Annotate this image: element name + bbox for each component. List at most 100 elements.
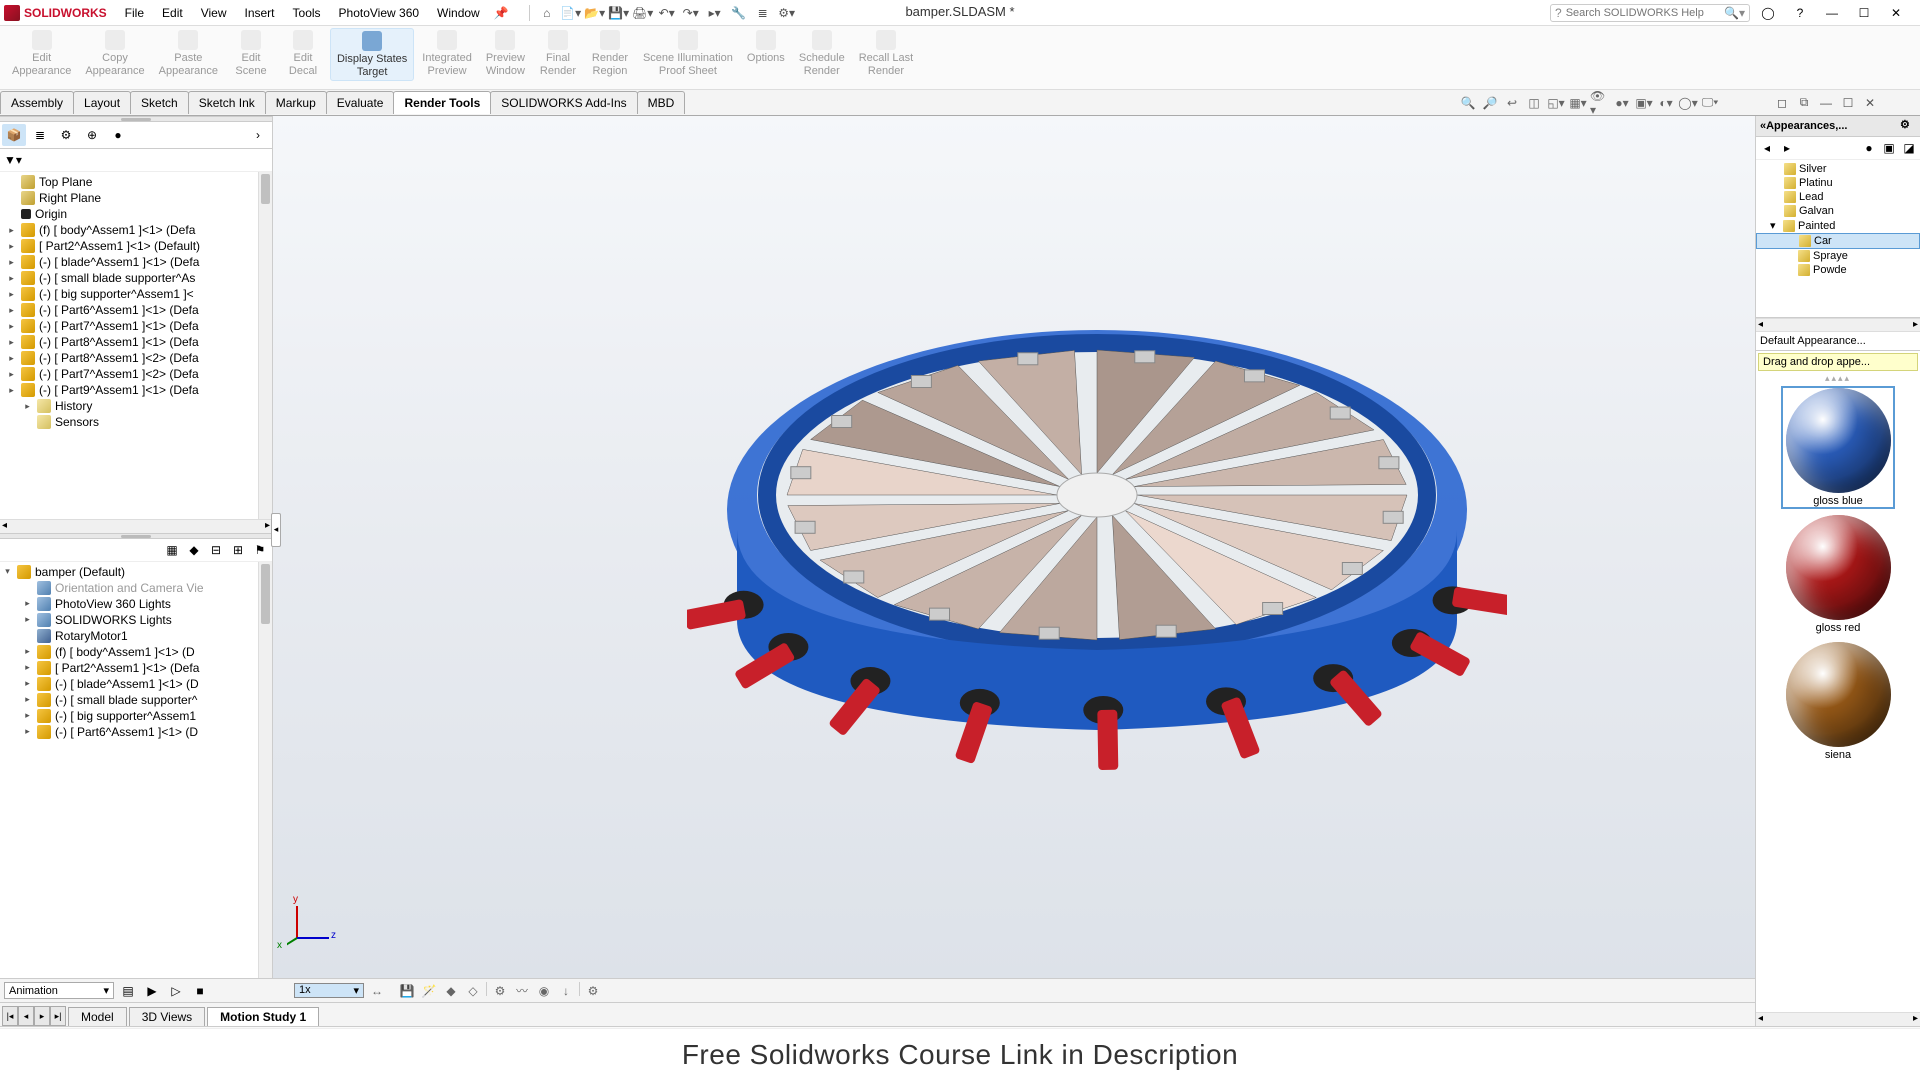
- ribbon-paste[interactable]: PasteAppearance: [153, 28, 224, 79]
- tab-layout[interactable]: Layout: [73, 91, 131, 114]
- appearance-folder[interactable]: Powde: [1756, 263, 1920, 277]
- tab-evaluate[interactable]: Evaluate: [326, 91, 395, 114]
- view-tab-3d-views[interactable]: 3D Views: [129, 1007, 205, 1026]
- tree-item[interactable]: ▸(-) [ Part8^Assem1 ]<2> (Defa: [0, 350, 258, 366]
- tree-item[interactable]: Origin: [0, 206, 258, 222]
- menu-insert[interactable]: Insert: [237, 3, 283, 23]
- tree-item[interactable]: ▸(-) [ big supporter^Assem1: [0, 708, 258, 724]
- user-icon[interactable]: ◯: [1754, 3, 1782, 23]
- motion-key-icon[interactable]: ◆: [184, 541, 204, 559]
- tree-item[interactable]: Sensors: [0, 414, 258, 430]
- appearances-title-bar[interactable]: «Appearances,... ⚙: [1756, 116, 1920, 137]
- appearance-icon[interactable]: ●▾: [1612, 93, 1632, 113]
- panel-grip-top[interactable]: [0, 116, 272, 122]
- undo-icon[interactable]: ↶▾: [656, 3, 678, 23]
- playback-speed[interactable]: 1x▾: [294, 983, 364, 998]
- calculate-icon[interactable]: ▤: [118, 982, 138, 1000]
- display-state-tree[interactable]: ▾bamper (Default) Orientation and Camera…: [0, 562, 258, 978]
- default-appearance-label[interactable]: Default Appearance...: [1756, 332, 1920, 351]
- select-icon[interactable]: ▸▾: [704, 3, 726, 23]
- menu-photoview-360[interactable]: PhotoView 360: [331, 3, 428, 23]
- viewport-link-icon[interactable]: ⧉: [1794, 93, 1814, 113]
- panel-collapse-handle[interactable]: ◂: [271, 513, 281, 547]
- ribbon-edit[interactable]: EditScene: [226, 28, 276, 79]
- tree-item[interactable]: RotaryMotor1: [0, 628, 258, 644]
- previous-view-icon[interactable]: ↩: [1502, 93, 1522, 113]
- loop-icon[interactable]: ↔: [368, 982, 386, 1000]
- ribbon-render[interactable]: RenderRegion: [585, 28, 635, 79]
- tree-item[interactable]: ▸(-) [ small blade supporter^: [0, 692, 258, 708]
- settings-icon[interactable]: ⚙▾: [776, 3, 798, 23]
- gravity-icon[interactable]: ↓: [557, 982, 575, 1000]
- first-tab-icon[interactable]: |◂: [2, 1006, 18, 1026]
- tree-item[interactable]: ▸(-) [ Part9^Assem1 ]<1> (Defa: [0, 382, 258, 398]
- expand-panel-icon[interactable]: ›: [246, 124, 270, 146]
- search-icon[interactable]: 🔍▾: [1724, 6, 1745, 20]
- nav-appearance-icon[interactable]: ●: [1860, 139, 1878, 157]
- tree-item[interactable]: ▸(f) [ body^Assem1 ]<1> (D: [0, 644, 258, 660]
- swatch-gloss-blue[interactable]: gloss blue: [1783, 388, 1893, 507]
- appearances-swatch-hscroll[interactable]: ◂▸: [1756, 1012, 1920, 1026]
- close-icon[interactable]: ✕: [1882, 3, 1910, 23]
- tab-sketch-ink[interactable]: Sketch Ink: [188, 91, 266, 114]
- zoom-fit-icon[interactable]: 🔍: [1458, 93, 1478, 113]
- ribbon-schedule[interactable]: ScheduleRender: [793, 28, 851, 79]
- tree-item[interactable]: ▸(-) [ blade^Assem1 ]<1> (Defa: [0, 254, 258, 270]
- motion-filter-icon[interactable]: ▦: [162, 541, 182, 559]
- nav-scene-icon[interactable]: ▣: [1880, 139, 1898, 157]
- tree-item[interactable]: ▸(f) [ body^Assem1 ]<1> (Defa: [0, 222, 258, 238]
- tab-assembly[interactable]: Assembly: [0, 91, 74, 114]
- addkey-icon[interactable]: ◇: [464, 982, 482, 1000]
- menu-window[interactable]: Window: [429, 3, 488, 23]
- nav-fwd-icon[interactable]: ▸: [1778, 139, 1796, 157]
- menu-view[interactable]: View: [193, 3, 235, 23]
- view-tab-model[interactable]: Model: [68, 1007, 127, 1026]
- ribbon-final[interactable]: FinalRender: [533, 28, 583, 79]
- dimxpert-tab-icon[interactable]: ⊕: [80, 124, 104, 146]
- feature-manager-tab-icon[interactable]: 📦: [2, 124, 26, 146]
- tab-render-tools[interactable]: Render Tools: [393, 91, 491, 114]
- nav-decal-icon[interactable]: ◪: [1900, 139, 1918, 157]
- home-icon[interactable]: ⌂: [536, 3, 558, 23]
- feature-tree[interactable]: Top PlaneRight PlaneOrigin▸(f) [ body^As…: [0, 172, 258, 519]
- viewport-close-icon[interactable]: ✕: [1860, 93, 1880, 113]
- ribbon-options[interactable]: Options: [741, 28, 791, 67]
- tree-item[interactable]: ▸(-) [ Part8^Assem1 ]<1> (Defa: [0, 334, 258, 350]
- contact-icon[interactable]: ◉: [535, 982, 553, 1000]
- prev-tab-icon[interactable]: ◂: [18, 1006, 34, 1026]
- appearance-folder[interactable]: Platinu: [1756, 176, 1920, 190]
- autokey-icon[interactable]: ◆: [442, 982, 460, 1000]
- property-manager-tab-icon[interactable]: ≣: [28, 124, 52, 146]
- ribbon-display-states[interactable]: Display StatesTarget: [330, 28, 414, 81]
- tree-scrollbar[interactable]: [258, 172, 272, 519]
- display-style-icon[interactable]: ▦▾: [1568, 93, 1588, 113]
- maximize-icon[interactable]: ☐: [1850, 3, 1878, 23]
- help-search[interactable]: ? 🔍▾: [1550, 4, 1750, 22]
- menu-file[interactable]: File: [117, 3, 152, 23]
- motor-icon[interactable]: ⚙: [491, 982, 509, 1000]
- appearance-folder[interactable]: Silver: [1756, 162, 1920, 176]
- last-tab-icon[interactable]: ▸|: [50, 1006, 66, 1026]
- tree-item[interactable]: ▸[ Part2^Assem1 ]<1> (Default): [0, 238, 258, 254]
- tab-markup[interactable]: Markup: [265, 91, 327, 114]
- tree-item[interactable]: ▸[ Part2^Assem1 ]<1> (Defa: [0, 660, 258, 676]
- viewport-max-icon[interactable]: ☐: [1838, 93, 1858, 113]
- viewport-min-icon[interactable]: —: [1816, 93, 1836, 113]
- appearance-folder[interactable]: Spraye: [1756, 249, 1920, 263]
- tree-item[interactable]: ▸(-) [ small blade supporter^As: [0, 270, 258, 286]
- study-type-combo[interactable]: Animation▾: [4, 982, 114, 999]
- appearance-folder[interactable]: Galvan: [1756, 204, 1920, 218]
- render-icon[interactable]: ◯▾: [1678, 93, 1698, 113]
- menu-tools[interactable]: Tools: [285, 3, 329, 23]
- timeline[interactable]: [626, 982, 1894, 1000]
- zoom-area-icon[interactable]: 🔎: [1480, 93, 1500, 113]
- panel-splitter[interactable]: [0, 533, 272, 539]
- save-icon[interactable]: 💾▾: [608, 3, 630, 23]
- tree-item[interactable]: Orientation and Camera Vie: [0, 580, 258, 596]
- tab-mbd[interactable]: MBD: [637, 91, 686, 114]
- motion-options-icon[interactable]: ⚑: [250, 541, 270, 559]
- play-icon[interactable]: ▷: [166, 982, 186, 1000]
- nav-back-icon[interactable]: ◂: [1758, 139, 1776, 157]
- ribbon-edit[interactable]: EditAppearance: [6, 28, 77, 79]
- ribbon-scene-illumination[interactable]: Scene IlluminationProof Sheet: [637, 28, 739, 79]
